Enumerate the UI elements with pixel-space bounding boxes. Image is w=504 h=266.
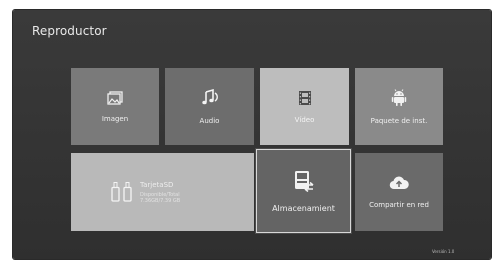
version-label: Versión 1.0 [432, 249, 455, 254]
sd-card-info: TarjetaSD Disponible/Total 7.36GB/7.39 G… [140, 181, 180, 204]
tile-imagen[interactable]: Imagen [71, 68, 159, 145]
tile-audio-label: Audio [199, 116, 220, 125]
tile-video[interactable]: Vídeo [260, 68, 349, 145]
app-title: Reproductor [32, 24, 107, 38]
storage-icon [293, 170, 315, 192]
cloud-upload-icon [389, 175, 409, 191]
tile-almacenamiento-label: Almacenamient [272, 203, 335, 213]
tile-compartir-en-red[interactable]: Compartir en red [355, 153, 443, 231]
android-icon [391, 88, 407, 107]
tile-paquete-instalacion[interactable]: Paquete de inst. [355, 68, 443, 145]
sd-card-icon [111, 182, 132, 202]
tile-compartir-label: Compartir en red [369, 201, 429, 209]
image-icon [107, 90, 123, 105]
tile-audio[interactable]: Audio [165, 68, 254, 145]
tile-imagen-label: Imagen [101, 114, 129, 123]
tile-tarjeta-sd[interactable]: TarjetaSD Disponible/Total 7.36GB/7.39 G… [71, 153, 254, 231]
sd-card-name: TarjetaSD [140, 180, 174, 189]
film-icon [298, 90, 312, 106]
tile-almacenamiento[interactable]: Almacenamient [255, 148, 352, 234]
sd-card-capacity-value: 7.36GB/7.39 GB [140, 197, 181, 204]
tile-video-label: Vídeo [294, 115, 315, 124]
music-note-icon [201, 88, 219, 107]
tile-paquete-label: Paquete de inst. [370, 116, 428, 125]
